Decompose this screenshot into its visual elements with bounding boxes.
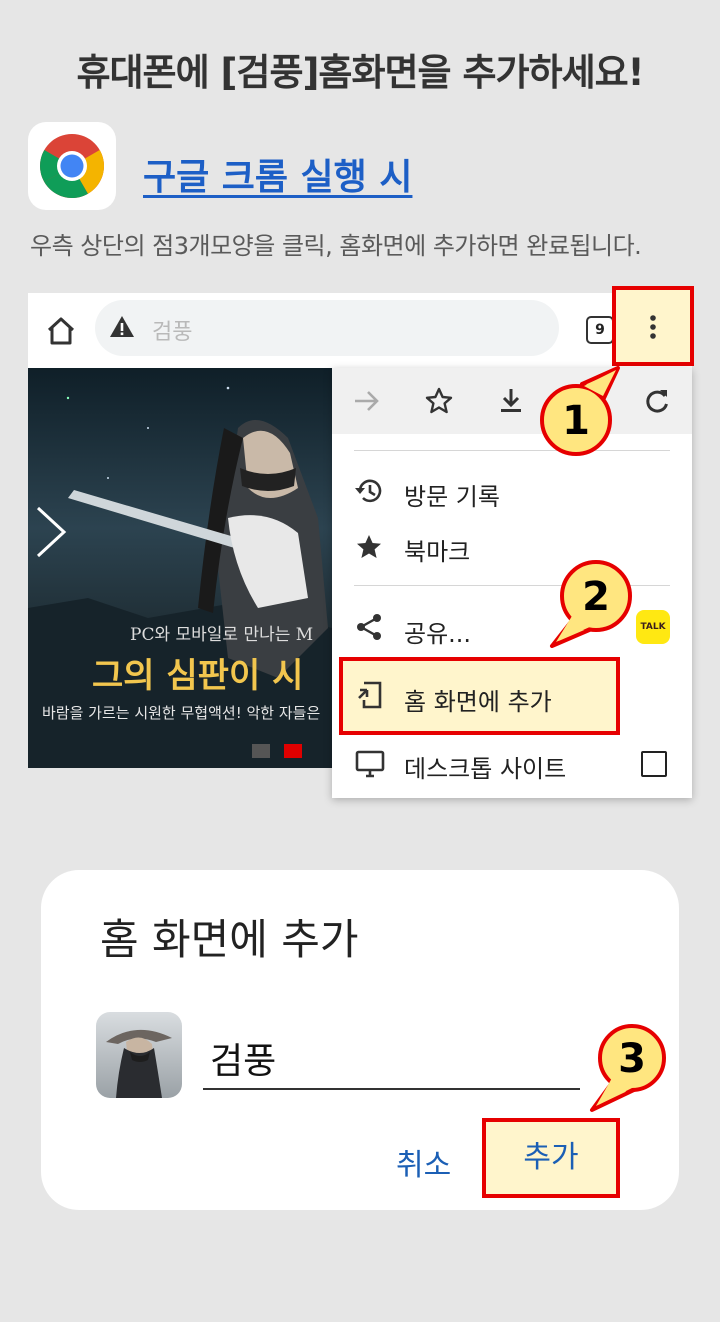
history-icon <box>354 476 384 506</box>
tab-count-button[interactable]: 9 <box>586 316 614 344</box>
menu-item-desktop-site[interactable]: 데스크톱 사이트 <box>404 749 566 784</box>
instruction-text: 우측 상단의 점3개모양을 클릭, 홈화면에 추가하면 완료됩니다. <box>30 232 642 260</box>
menu-item-bookmarks[interactable]: 북마크 <box>404 532 470 567</box>
home-icon[interactable] <box>44 314 78 348</box>
name-field-underline <box>203 1088 580 1090</box>
banner-title: 그의 심판이 시 <box>92 656 304 696</box>
page-title: 휴대폰에 [검풍]홈화면을 추가하세요! <box>76 51 644 94</box>
kakaotalk-icon[interactable]: TALK <box>636 610 670 644</box>
desktop-site-checkbox[interactable] <box>641 751 667 777</box>
step-badge-3: 3 <box>590 1024 666 1112</box>
more-vert-icon <box>650 315 656 339</box>
menu-item-history[interactable]: 방문 기록 <box>404 477 500 512</box>
shortcut-name-field[interactable]: 검풍 <box>210 1032 276 1084</box>
warning-icon <box>108 313 136 341</box>
desktop-icon <box>354 748 386 780</box>
refresh-icon[interactable] <box>642 386 672 416</box>
download-icon[interactable] <box>496 386 526 416</box>
star-icon[interactable] <box>424 386 454 416</box>
step-badge-1: 1 <box>540 366 620 456</box>
cancel-button[interactable]: 취소 <box>396 1140 451 1184</box>
chrome-logo-icon <box>28 122 116 210</box>
step-number-2: 2 <box>582 574 610 620</box>
bookmark-star-icon <box>354 532 384 562</box>
step-badge-2: 2 <box>550 560 632 648</box>
banner-subtitle: PC와 모바일로 만나는 M <box>130 625 314 645</box>
address-text: 검풍 <box>152 320 193 345</box>
step-number-3: 3 <box>618 1036 646 1082</box>
menu-item-share[interactable]: 공유... <box>404 614 471 649</box>
add-button[interactable]: 추가 <box>482 1118 620 1198</box>
banner-caption: 바람을 가르는 시원한 무협액션! 악한 자들은 <box>42 704 321 722</box>
step-number-1: 1 <box>562 398 590 444</box>
more-menu-button[interactable] <box>612 286 694 366</box>
forward-icon[interactable] <box>352 386 382 416</box>
share-icon <box>354 612 384 642</box>
section-heading-link[interactable]: 구글 크롬 실행 시 <box>143 148 412 200</box>
dialog-title: 홈 화면에 추가 <box>100 915 359 964</box>
app-icon <box>96 1012 182 1098</box>
kakaotalk-label: TALK <box>640 622 666 632</box>
menu-item-add-to-home[interactable]: 홈 화면에 추가 <box>404 682 552 717</box>
add-to-home-icon <box>356 680 386 710</box>
